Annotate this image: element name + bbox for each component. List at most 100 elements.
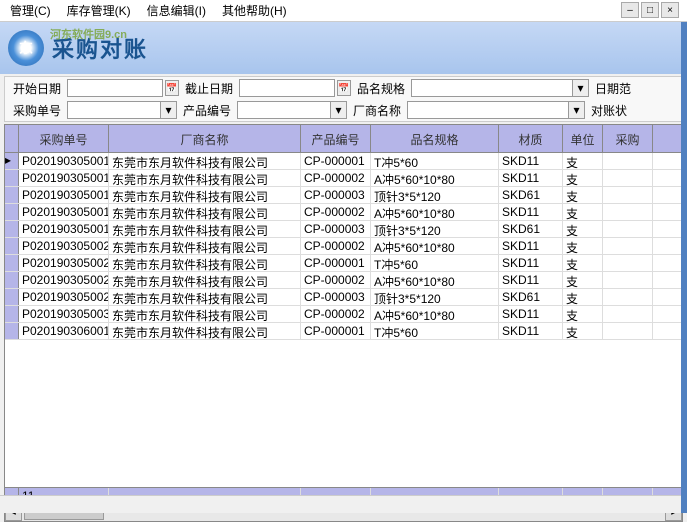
start-date-picker-icon[interactable]: 📅 — [165, 80, 179, 96]
table-row[interactable]: P020190305002东莞市东月软件科技有限公司CP-000001T冲5*6… — [5, 255, 682, 272]
prodcode-combo[interactable] — [237, 101, 331, 119]
col-vendor[interactable]: 厂商名称 — [109, 125, 301, 152]
col-purchase[interactable]: 采购 — [603, 125, 653, 152]
vendor-dropdown-icon[interactable]: ▾ — [569, 101, 585, 119]
row-marker — [5, 272, 19, 288]
cell-unit: 支 — [563, 323, 603, 339]
close-button[interactable]: × — [661, 2, 679, 18]
cell-vendor: 东莞市东月软件科技有限公司 — [109, 221, 301, 237]
watermark-text: 河东软件园9.cn — [50, 26, 127, 42]
col-spec[interactable]: 品名规格 — [371, 125, 499, 152]
app-logo-icon: 东 — [8, 30, 44, 66]
cell-spec: A冲5*60*10*80 — [371, 306, 499, 322]
table-row[interactable]: P020190305001东莞市东月软件科技有限公司CP-000003顶针3*5… — [5, 221, 682, 238]
maximize-button[interactable]: □ — [641, 2, 659, 18]
cell-unit: 支 — [563, 221, 603, 237]
cell-order: P020190305001 — [19, 187, 109, 203]
prodcode-label: 产品编号 — [179, 102, 235, 119]
cell-purchase — [603, 170, 653, 186]
table-row[interactable]: P020190306001东莞市东月软件科技有限公司CP-000001T冲5*6… — [5, 323, 682, 340]
menu-help[interactable]: 其他帮助(H) — [214, 0, 295, 21]
spec-combo[interactable] — [411, 79, 573, 97]
cell-material: SKD11 — [499, 323, 563, 339]
col-prod-code[interactable]: 产品编号 — [301, 125, 371, 152]
cell-unit: 支 — [563, 170, 603, 186]
cell-code: CP-000001 — [301, 323, 371, 339]
table-row[interactable]: P020190305003东莞市东月软件科技有限公司CP-000002A冲5*6… — [5, 306, 682, 323]
order-combo[interactable] — [67, 101, 161, 119]
end-date-label: 截止日期 — [181, 80, 237, 97]
cell-purchase — [603, 255, 653, 271]
spec-dropdown-icon[interactable]: ▾ — [573, 79, 589, 97]
cell-material: SKD61 — [499, 221, 563, 237]
cell-material: SKD11 — [499, 306, 563, 322]
cell-code: CP-000001 — [301, 255, 371, 271]
table-row[interactable]: ▸P020190305001东莞市东月软件科技有限公司CP-000001T冲5*… — [5, 153, 682, 170]
cell-vendor: 东莞市东月软件科技有限公司 — [109, 255, 301, 271]
col-unit[interactable]: 单位 — [563, 125, 603, 152]
start-date-input[interactable] — [67, 79, 163, 97]
table-row[interactable]: P020190305001东莞市东月软件科技有限公司CP-000003顶针3*5… — [5, 187, 682, 204]
row-marker — [5, 289, 19, 305]
prodcode-dropdown-icon[interactable]: ▾ — [331, 101, 347, 119]
cell-order: P020190305003 — [19, 306, 109, 322]
cell-spec: A冲5*60*10*80 — [371, 170, 499, 186]
cell-purchase — [603, 238, 653, 254]
vendor-combo[interactable] — [407, 101, 569, 119]
cell-spec: A冲5*60*10*80 — [371, 238, 499, 254]
title-bar: 东 河东软件园9.cn 采购对账 — [0, 22, 687, 74]
cell-code: CP-000003 — [301, 221, 371, 237]
row-header-corner — [5, 125, 19, 152]
grid-body: ▸P020190305001东莞市东月软件科技有限公司CP-000001T冲5*… — [5, 153, 682, 340]
cell-unit: 支 — [563, 238, 603, 254]
cell-unit: 支 — [563, 272, 603, 288]
cell-vendor: 东莞市东月软件科技有限公司 — [109, 272, 301, 288]
menu-edit[interactable]: 信息编辑(I) — [139, 0, 214, 21]
cell-code: CP-000003 — [301, 289, 371, 305]
data-grid: 采购单号 厂商名称 产品编号 品名规格 材质 单位 采购 ▸P020190305… — [4, 124, 683, 522]
end-date-picker-icon[interactable]: 📅 — [337, 80, 351, 96]
cell-vendor: 东莞市东月软件科技有限公司 — [109, 306, 301, 322]
cell-spec: 顶针3*5*120 — [371, 289, 499, 305]
cell-code: CP-000002 — [301, 204, 371, 220]
table-row[interactable]: P020190305001东莞市东月软件科技有限公司CP-000002A冲5*6… — [5, 204, 682, 221]
row-marker — [5, 306, 19, 322]
cell-unit: 支 — [563, 204, 603, 220]
col-material[interactable]: 材质 — [499, 125, 563, 152]
row-marker: ▸ — [5, 153, 19, 169]
table-row[interactable]: P020190305002东莞市东月软件科技有限公司CP-000002A冲5*6… — [5, 238, 682, 255]
cell-code: CP-000003 — [301, 187, 371, 203]
row-marker — [5, 204, 19, 220]
col-order-no[interactable]: 采购单号 — [19, 125, 109, 152]
cell-material: SKD11 — [499, 272, 563, 288]
cell-order: P020190305002 — [19, 289, 109, 305]
minimize-button[interactable]: – — [621, 2, 639, 18]
table-row[interactable]: P020190305002东莞市东月软件科技有限公司CP-000002A冲5*6… — [5, 272, 682, 289]
end-date-input[interactable] — [239, 79, 335, 97]
cell-unit: 支 — [563, 153, 603, 169]
order-dropdown-icon[interactable]: ▾ — [161, 101, 177, 119]
row-marker — [5, 323, 19, 339]
cell-order: P020190305001 — [19, 153, 109, 169]
cell-material: SKD11 — [499, 238, 563, 254]
cell-vendor: 东莞市东月软件科技有限公司 — [109, 153, 301, 169]
cell-order: P020190305001 — [19, 221, 109, 237]
cell-unit: 支 — [563, 289, 603, 305]
cell-order: P020190305002 — [19, 255, 109, 271]
menu-inventory[interactable]: 库存管理(K) — [59, 0, 139, 21]
cell-material: SKD61 — [499, 289, 563, 305]
table-row[interactable]: P020190305001东莞市东月软件科技有限公司CP-000002A冲5*6… — [5, 170, 682, 187]
cell-order: P020190305002 — [19, 272, 109, 288]
cell-vendor: 东莞市东月软件科技有限公司 — [109, 323, 301, 339]
menu-manage[interactable]: 管理(C) — [2, 0, 59, 21]
row-marker — [5, 238, 19, 254]
daterange-label: 日期范 — [591, 80, 635, 97]
cell-order: P020190305001 — [19, 170, 109, 186]
table-row[interactable]: P020190305002东莞市东月软件科技有限公司CP-000003顶针3*5… — [5, 289, 682, 306]
cell-vendor: 东莞市东月软件科技有限公司 — [109, 187, 301, 203]
cell-order: P020190305001 — [19, 204, 109, 220]
cell-unit: 支 — [563, 306, 603, 322]
cell-spec: 顶针3*5*120 — [371, 187, 499, 203]
row-marker — [5, 170, 19, 186]
recon-label: 对账状 — [587, 102, 631, 119]
